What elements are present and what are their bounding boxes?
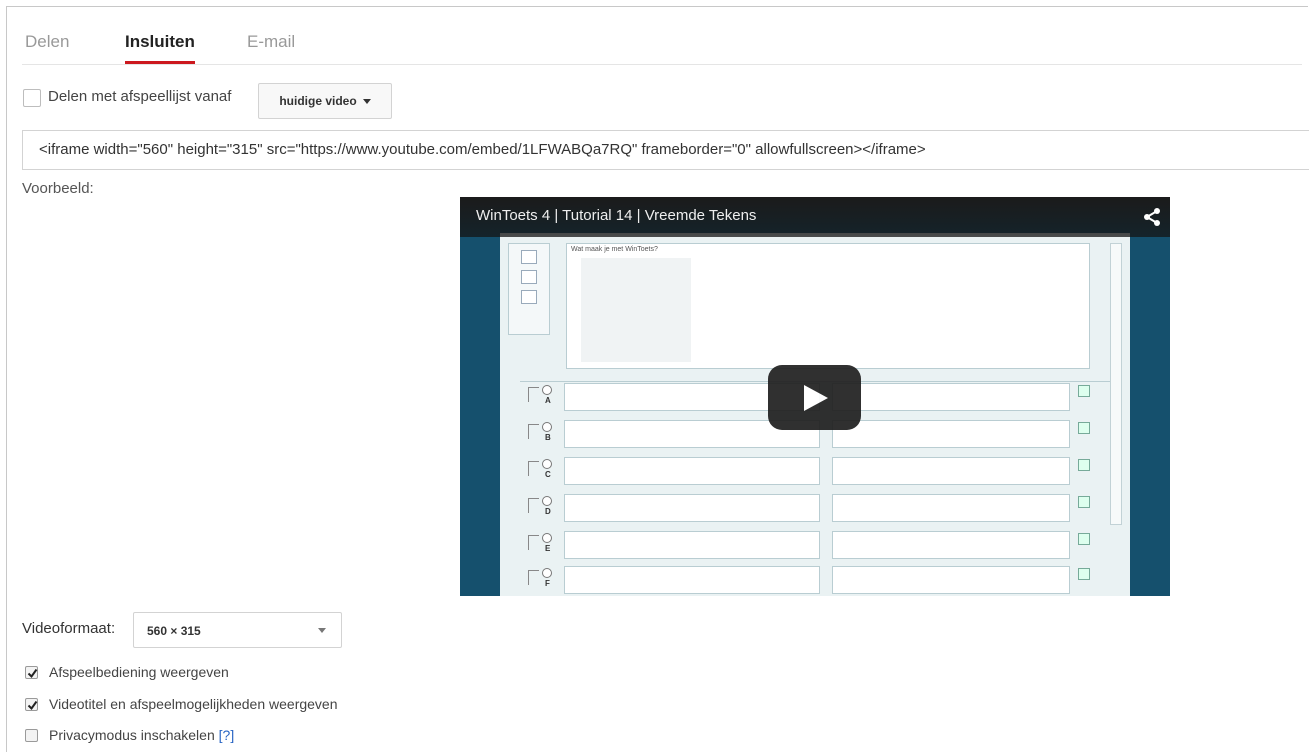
checkmark-icon — [27, 700, 38, 711]
answer-edit-icon — [1078, 459, 1090, 471]
play-button[interactable] — [768, 365, 861, 430]
answer-checkbox — [528, 387, 539, 402]
feedback-input — [832, 494, 1070, 522]
answer-radio — [542, 496, 552, 506]
video-size-value: 560 × 315 — [147, 624, 201, 638]
privacy-mode-checkbox[interactable] — [25, 729, 38, 742]
answer-letter: C — [545, 470, 551, 479]
play-icon — [804, 385, 828, 411]
playlist-start-dropdown[interactable]: huidige video — [258, 83, 392, 119]
answer-edit-icon — [1078, 568, 1090, 580]
answer-edit-icon — [1078, 533, 1090, 545]
toolbar-panel — [508, 243, 550, 335]
privacy-mode-text: Privacymodus inschakelen [?] — [49, 727, 234, 743]
tool-icon — [521, 290, 537, 304]
video-title-checkbox[interactable] — [25, 698, 38, 711]
playlist-label: Delen met afspeellijst vanaf — [48, 88, 232, 105]
answer-edit-icon — [1078, 496, 1090, 508]
video-title-label: Videotitel en afspeelmogelijkheden weerg… — [49, 696, 338, 712]
caret-down-icon — [318, 628, 326, 633]
answer-edit-icon — [1078, 385, 1090, 397]
embed-code-field[interactable]: <iframe width="560" height="315" src="ht… — [22, 130, 1309, 170]
answer-edit-icon — [1078, 422, 1090, 434]
answer-checkbox — [528, 535, 539, 550]
answer-checkbox — [528, 498, 539, 513]
tool-icon — [521, 270, 537, 284]
caret-down-icon — [362, 98, 371, 104]
feedback-input — [832, 531, 1070, 559]
video-size-label: Videoformaat: — [22, 620, 116, 637]
tab-insluiten[interactable]: Insluiten — [125, 32, 195, 64]
answer-letter: B — [545, 433, 551, 442]
answer-radio — [542, 459, 552, 469]
answer-letter: F — [545, 579, 550, 588]
question-textarea: Wat maak je met WinToets? — [566, 243, 1090, 369]
tab-email[interactable]: E-mail — [247, 32, 295, 61]
answer-row: D — [520, 494, 1110, 522]
checkmark-icon — [27, 668, 38, 679]
tabs-divider — [22, 64, 1302, 65]
playlist-checkbox[interactable] — [23, 89, 41, 107]
playlist-start-value: huidige video — [279, 94, 357, 108]
video-size-select[interactable]: 560 × 315 — [133, 612, 342, 648]
privacy-mode-label: Privacymodus inschakelen — [49, 727, 215, 743]
answer-input — [564, 531, 820, 559]
answer-row: C — [520, 457, 1110, 485]
video-preview[interactable]: Wat maak je met WinToets? A B C D E F Wi… — [460, 197, 1170, 596]
feedback-input — [832, 566, 1070, 594]
answer-letter: A — [545, 396, 551, 405]
tab-delen[interactable]: Delen — [25, 32, 69, 61]
answer-input — [564, 494, 820, 522]
feedback-input — [832, 383, 1070, 411]
answer-radio — [542, 422, 552, 432]
preview-label: Voorbeeld: — [22, 180, 94, 197]
privacy-help-link[interactable]: [?] — [219, 727, 235, 743]
question-placeholder: Wat maak je met WinToets? — [571, 246, 658, 253]
ghost-dropdown — [581, 258, 691, 362]
answer-input — [564, 457, 820, 485]
answer-letter: E — [545, 544, 551, 553]
answer-input — [564, 566, 820, 594]
feedback-input — [832, 457, 1070, 485]
answer-row: F — [520, 566, 1110, 594]
player-controls-checkbox[interactable] — [25, 666, 38, 679]
answer-radio — [542, 568, 552, 578]
video-title-bar: WinToets 4 | Tutorial 14 | Vreemde Teken… — [460, 197, 1170, 237]
video-title[interactable]: WinToets 4 | Tutorial 14 | Vreemde Teken… — [476, 207, 756, 224]
screen-scrollbar — [1110, 243, 1122, 525]
answer-letter: D — [545, 507, 551, 516]
answer-radio — [542, 385, 552, 395]
answer-radio — [542, 533, 552, 543]
tool-icon — [521, 250, 537, 264]
share-icon[interactable] — [1142, 207, 1162, 227]
player-controls-label: Afspeelbediening weergeven — [49, 664, 229, 680]
feedback-input — [832, 420, 1070, 448]
answer-checkbox — [528, 424, 539, 439]
answer-row: E — [520, 531, 1110, 559]
answer-checkbox — [528, 570, 539, 585]
answer-checkbox — [528, 461, 539, 476]
